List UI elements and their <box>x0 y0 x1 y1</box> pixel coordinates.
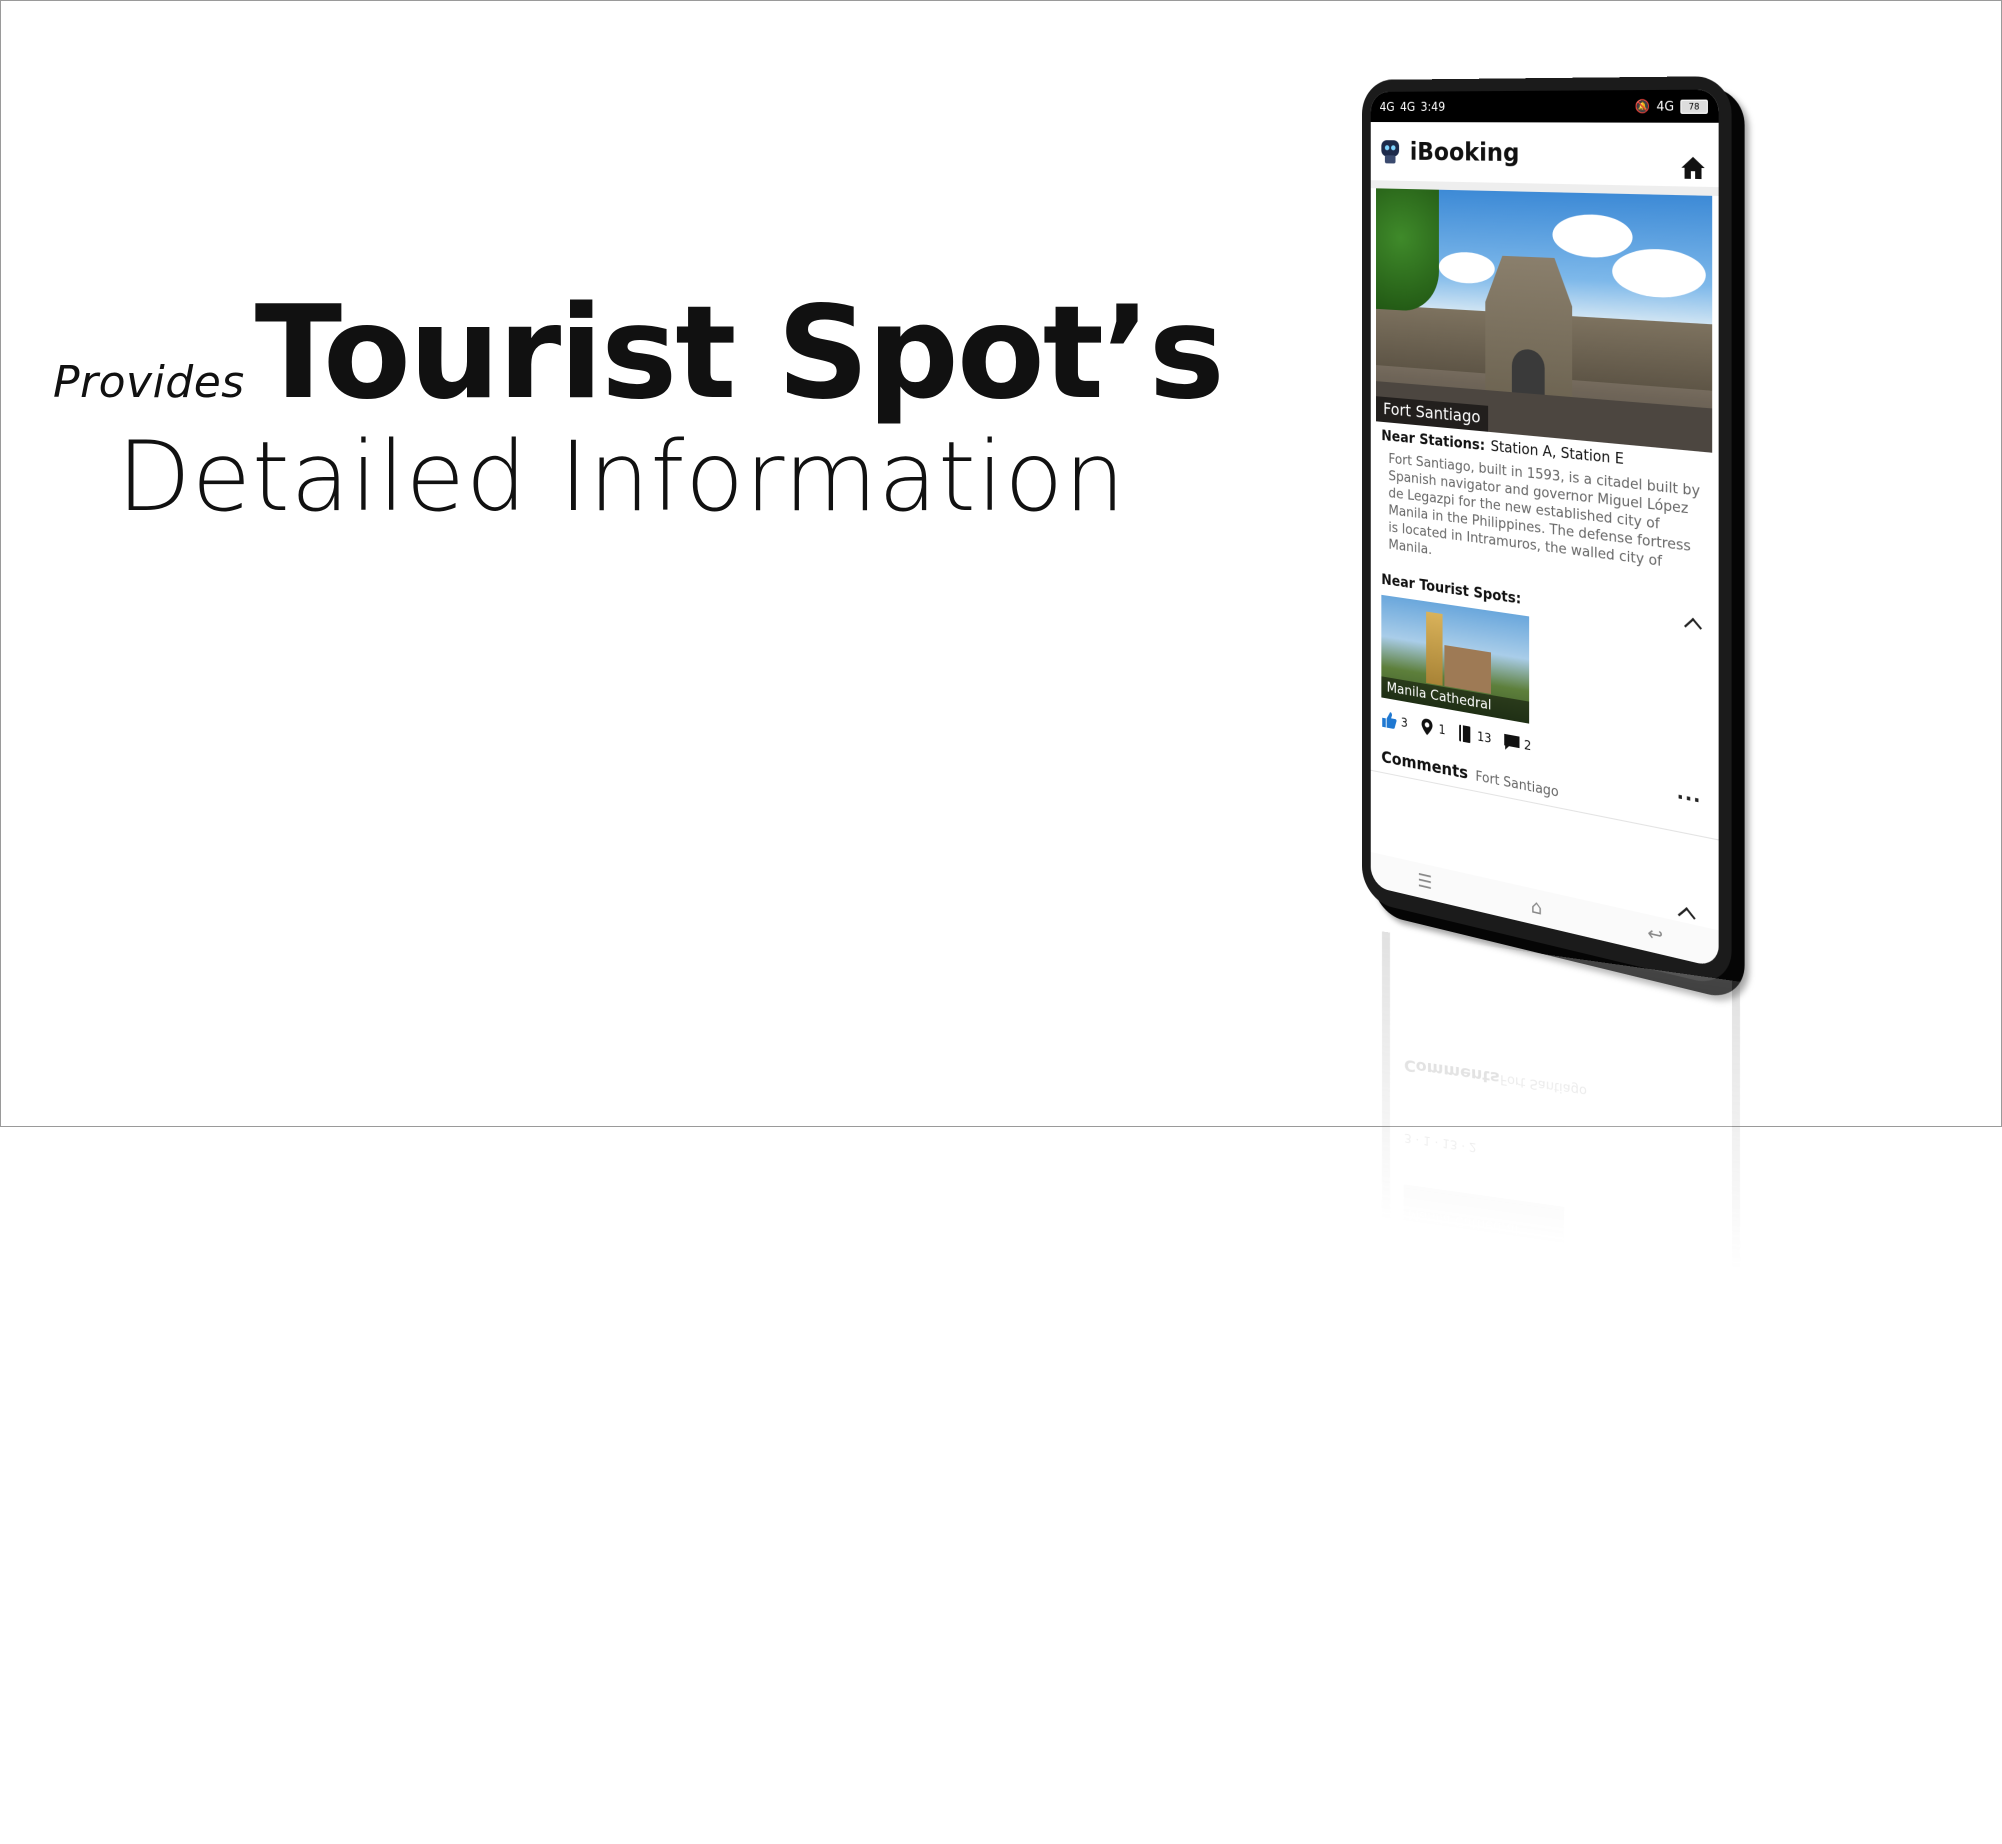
home-icon[interactable] <box>1680 156 1705 181</box>
comment-icon[interactable] <box>1503 732 1520 754</box>
app-bar: iBooking <box>1371 122 1719 196</box>
status-left: 4G 4G 3:49 <box>1380 100 1446 114</box>
network-right: 4G <box>1656 99 1674 114</box>
like-count: 3 <box>1401 715 1408 730</box>
home-nav-icon[interactable]: ⌂ <box>1531 895 1542 920</box>
signal-1: 4G <box>1380 100 1395 114</box>
reflection-stats: 3 · 1 · 13 · 2 <box>1404 1130 1477 1154</box>
bookmark-count: 13 <box>1477 729 1491 746</box>
location-pin-icon[interactable] <box>1419 716 1435 737</box>
reflection-comments-subtitle: Fort Santiago <box>1500 1071 1587 1098</box>
thumbs-up-icon[interactable] <box>1381 710 1397 731</box>
chevron-up-icon[interactable] <box>1684 618 1702 637</box>
near-spot-card[interactable]: Manila Cathedral <box>1381 595 1529 724</box>
provides-label: Provides <box>53 357 245 408</box>
reflection-content: Manila Cathedral 3 · 1 · 13 · 2 Comments… <box>1382 931 1740 1271</box>
reflection-thumb: Manila Cathedral <box>1404 1184 1564 1246</box>
battery-icon: 78 <box>1680 99 1708 113</box>
spot-hero-image[interactable]: Fort Santiago <box>1376 188 1712 452</box>
signal-2: 4G <box>1400 100 1415 114</box>
headline-title: Tourist Spot’s <box>255 279 1223 428</box>
menu-icon[interactable]: ☰ <box>1418 869 1433 894</box>
mute-icon: 🔕 <box>1635 99 1650 114</box>
reflection-comments-title: Comments <box>1404 1055 1500 1087</box>
headline: ProvidesTourist Spot’s <box>53 279 1223 428</box>
comment-count: 2 <box>1524 737 1531 753</box>
visit-count: 1 <box>1439 722 1446 738</box>
headline-subtitle: Detailed Information <box>117 421 1126 533</box>
status-right: 🔕 4G 78 <box>1635 98 1708 114</box>
bookmark-book-icon[interactable] <box>1457 723 1474 745</box>
status-bar: 4G 4G 3:49 🔕 4G 78 <box>1371 90 1719 123</box>
phone-reflection: Manila Cathedral 3 · 1 · 13 · 2 Comments… <box>1372 930 1752 1273</box>
phone-frame: 4G 4G 3:49 🔕 4G 78 iBooking Fort Santiag… <box>1362 76 1732 989</box>
status-time: 3:49 <box>1421 100 1446 114</box>
back-icon[interactable]: ↩ <box>1647 921 1663 947</box>
app-title: iBooking <box>1410 137 1520 167</box>
phone-screen: 4G 4G 3:49 🔕 4G 78 iBooking Fort Santiag… <box>1371 90 1719 969</box>
robot-logo-icon <box>1378 138 1403 165</box>
